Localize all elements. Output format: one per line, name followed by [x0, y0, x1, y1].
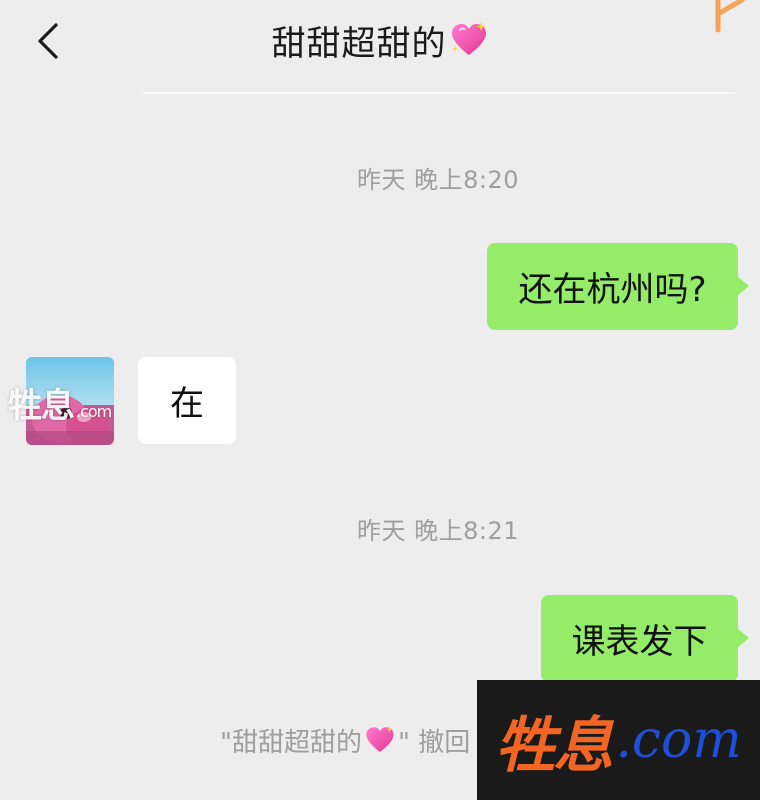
timestamp: 昨天 晚上8:21: [356, 517, 520, 545]
watermark-brand-cn: 牲息: [495, 710, 613, 781]
watermark-logo: 牲息 .com: [477, 680, 760, 800]
bubble-tail: [737, 276, 749, 296]
decorative-mark: [715, 0, 745, 33]
recall-notice: "甜甜超甜的 " 撤回: [220, 718, 470, 762]
message-text: 课表发下: [571, 622, 708, 662]
message-bubble-outgoing[interactable]: 还在杭州吗?: [487, 243, 738, 330]
chat-title: 甜甜超甜的: [0, 12, 760, 68]
header-divider: [143, 92, 735, 94]
message-text: 在: [170, 384, 204, 424]
sparkling-heart-icon: [366, 725, 394, 752]
message-bubble-outgoing[interactable]: 课表发下: [541, 595, 738, 682]
chat-header: 甜甜超甜的: [0, 0, 760, 92]
watermark-brand-en: .com: [615, 710, 742, 770]
chat-screen: 甜甜超甜的 昨天 晚上8:20 还在杭州吗? 牲息 .com 在 昨天 晚上8:…: [0, 0, 760, 800]
sparkling-heart-icon: [451, 22, 486, 55]
timestamp: 昨天 晚上8:20: [356, 166, 520, 194]
watermark-small: 牲息 .com: [8, 386, 112, 426]
recall-prefix: "甜甜超甜的: [220, 727, 362, 758]
bubble-tail: [737, 628, 749, 648]
message-text: 还在杭州吗?: [518, 270, 707, 310]
recall-suffix: " 撤回: [397, 727, 471, 758]
message-bubble-incoming[interactable]: 在: [138, 357, 236, 444]
contact-name: 甜甜超甜的: [271, 23, 447, 64]
